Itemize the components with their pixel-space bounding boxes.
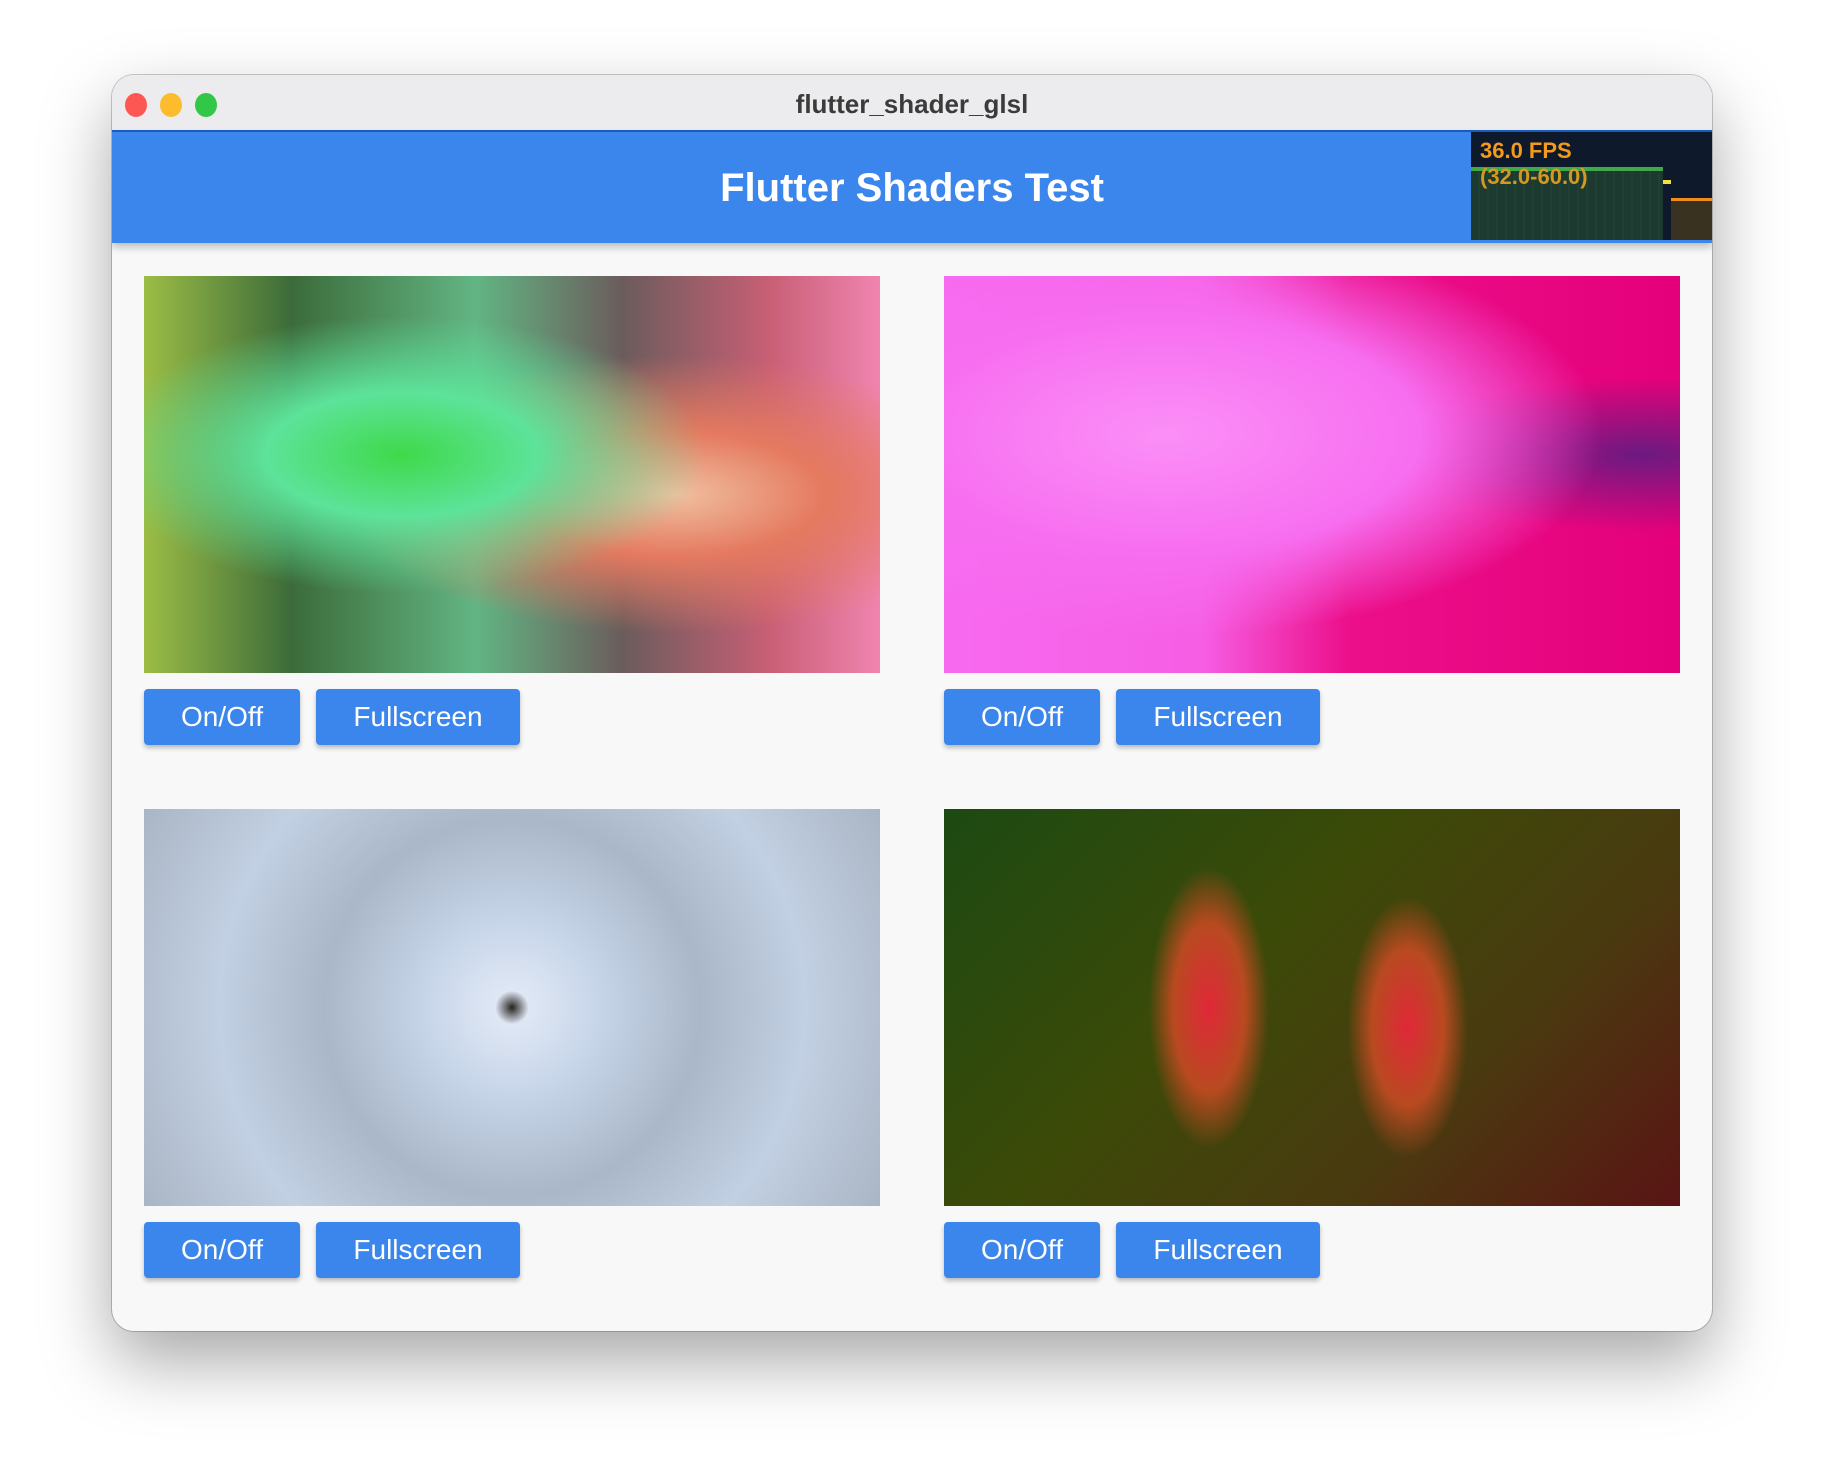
shader-cell-1: On/Off Fullscreen — [144, 276, 880, 745]
window-title: flutter_shader_glsl — [795, 89, 1029, 119]
fullscreen-button[interactable]: Fullscreen — [316, 1222, 520, 1278]
shader-cell-2: On/Off Fullscreen — [944, 276, 1680, 745]
shader-view-3 — [144, 809, 880, 1206]
shader-view-1 — [144, 276, 880, 673]
fps-overlay: 36.0 FPS (32.0-60.0) — [1471, 132, 1712, 240]
shader-view-2 — [944, 276, 1680, 673]
onoff-button[interactable]: On/Off — [944, 1222, 1100, 1278]
title-bar: flutter_shader_glsl — [112, 75, 1712, 132]
fps-value: 36.0 FPS — [1480, 138, 1572, 163]
onoff-button[interactable]: On/Off — [144, 1222, 300, 1278]
onoff-button[interactable]: On/Off — [144, 689, 300, 745]
fullscreen-button[interactable]: Fullscreen — [1116, 1222, 1320, 1278]
fps-range: (32.0-60.0) — [1480, 164, 1588, 189]
fullscreen-button[interactable]: Fullscreen — [316, 689, 520, 745]
fps-marker — [1663, 180, 1671, 184]
onoff-button[interactable]: On/Off — [944, 689, 1100, 745]
shader-view-4 — [944, 809, 1680, 1206]
app-window: flutter_shader_glsl Flutter Shaders Test… — [112, 75, 1712, 1331]
shader-cell-4: On/Off Fullscreen — [944, 809, 1680, 1278]
shader-cell-3: On/Off Fullscreen — [144, 809, 880, 1278]
app-bar: Flutter Shaders Test 36.0 FPS (32.0-60.0… — [112, 132, 1712, 243]
fps-current-bars — [1671, 198, 1712, 240]
fullscreen-button[interactable]: Fullscreen — [1116, 689, 1320, 745]
